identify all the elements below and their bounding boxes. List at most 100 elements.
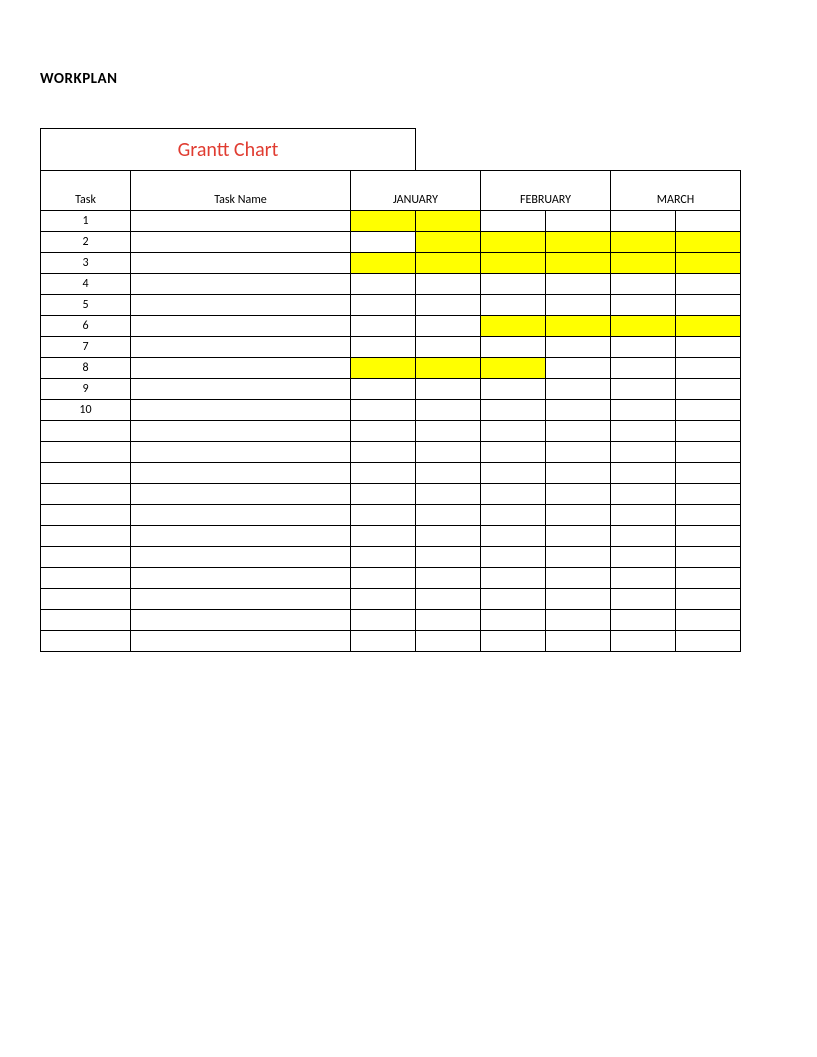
gantt-cell <box>676 253 741 274</box>
task-name-cell <box>131 421 351 442</box>
gantt-cell <box>481 379 546 400</box>
gantt-cell <box>676 421 741 442</box>
table-row <box>41 526 741 547</box>
gantt-cell <box>351 568 416 589</box>
task-name-cell <box>131 316 351 337</box>
gantt-cell <box>416 589 481 610</box>
task-number-cell <box>41 505 131 526</box>
task-name-cell <box>131 631 351 652</box>
spacer <box>416 129 481 171</box>
gantt-cell <box>416 568 481 589</box>
gantt-cell <box>416 232 481 253</box>
task-number-cell: 4 <box>41 274 131 295</box>
gantt-cell <box>416 547 481 568</box>
gantt-cell <box>416 526 481 547</box>
gantt-cell <box>676 463 741 484</box>
task-name-cell <box>131 568 351 589</box>
gantt-cell <box>611 232 676 253</box>
gantt-cell <box>416 610 481 631</box>
table-row <box>41 505 741 526</box>
task-name-cell <box>131 610 351 631</box>
gantt-cell <box>351 547 416 568</box>
gantt-cell <box>416 505 481 526</box>
gantt-cell <box>676 358 741 379</box>
task-number-cell <box>41 463 131 484</box>
gantt-cell <box>611 211 676 232</box>
task-number-cell: 3 <box>41 253 131 274</box>
header-task-name: Task Name <box>131 171 351 211</box>
spacer <box>676 129 741 171</box>
task-name-cell <box>131 505 351 526</box>
table-row <box>41 463 741 484</box>
header-month-march: MARCH <box>611 171 741 211</box>
gantt-cell <box>416 358 481 379</box>
gantt-cell <box>611 442 676 463</box>
gantt-cell <box>416 274 481 295</box>
gantt-cell <box>351 526 416 547</box>
gantt-cell <box>481 295 546 316</box>
gantt-cell <box>676 379 741 400</box>
gantt-cell <box>481 274 546 295</box>
gantt-cell <box>676 211 741 232</box>
gantt-cell <box>611 589 676 610</box>
gantt-cell <box>416 211 481 232</box>
gantt-cell <box>611 505 676 526</box>
task-name-cell <box>131 379 351 400</box>
gantt-cell <box>416 337 481 358</box>
task-name-cell <box>131 442 351 463</box>
gantt-cell <box>351 232 416 253</box>
gantt-cell <box>351 379 416 400</box>
gantt-cell <box>546 232 611 253</box>
gantt-cell <box>351 211 416 232</box>
gantt-cell <box>351 358 416 379</box>
gantt-cell <box>481 463 546 484</box>
gantt-cell <box>676 631 741 652</box>
task-number-cell <box>41 547 131 568</box>
gantt-cell <box>546 358 611 379</box>
gantt-cell <box>546 631 611 652</box>
gantt-cell <box>676 484 741 505</box>
spacer <box>546 129 611 171</box>
gantt-cell <box>416 442 481 463</box>
gantt-cell <box>351 274 416 295</box>
gantt-cell <box>481 211 546 232</box>
gantt-cell <box>416 400 481 421</box>
task-number-cell: 7 <box>41 337 131 358</box>
gantt-cell <box>351 253 416 274</box>
gantt-cell <box>481 484 546 505</box>
gantt-cell <box>416 379 481 400</box>
task-number-cell: 6 <box>41 316 131 337</box>
gantt-cell <box>481 526 546 547</box>
task-number-cell: 8 <box>41 358 131 379</box>
gantt-cell <box>481 589 546 610</box>
task-number-cell: 2 <box>41 232 131 253</box>
gantt-cell <box>481 505 546 526</box>
gantt-cell <box>546 253 611 274</box>
spacer <box>611 129 676 171</box>
table-row: 1 <box>41 211 741 232</box>
gantt-cell <box>611 610 676 631</box>
gantt-cell <box>416 421 481 442</box>
gantt-cell <box>416 316 481 337</box>
task-number-cell <box>41 442 131 463</box>
task-name-cell <box>131 232 351 253</box>
table-row: 9 <box>41 379 741 400</box>
task-number-cell: 5 <box>41 295 131 316</box>
gantt-cell <box>611 526 676 547</box>
task-number-cell <box>41 610 131 631</box>
task-name-cell <box>131 274 351 295</box>
gantt-cell <box>676 610 741 631</box>
task-name-cell <box>131 295 351 316</box>
document-title: WORKPLAN <box>40 70 777 88</box>
gantt-cell <box>481 316 546 337</box>
gantt-cell <box>546 610 611 631</box>
gantt-cell <box>676 295 741 316</box>
table-row: 6 <box>41 316 741 337</box>
gantt-table: Grantt Chart Task Task Name JANUARY FEBR… <box>40 128 741 652</box>
task-name-cell <box>131 253 351 274</box>
header-month-january: JANUARY <box>351 171 481 211</box>
gantt-cell <box>611 568 676 589</box>
gantt-cell <box>481 631 546 652</box>
gantt-cell <box>676 505 741 526</box>
gantt-cell <box>676 547 741 568</box>
